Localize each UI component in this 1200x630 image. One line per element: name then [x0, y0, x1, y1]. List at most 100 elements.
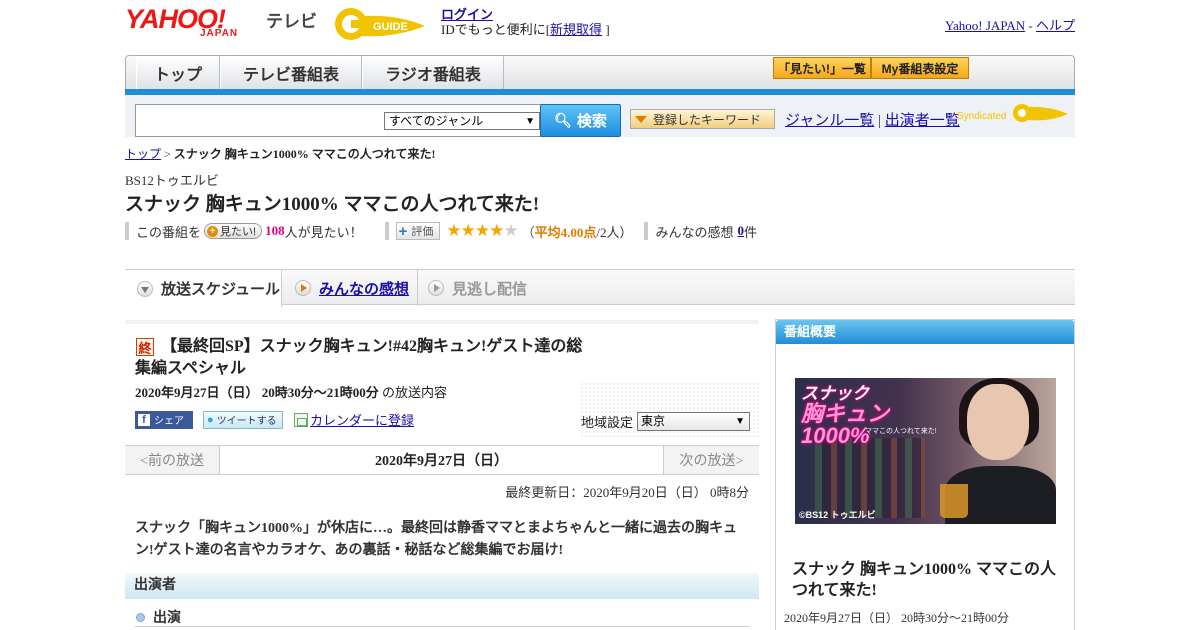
- dropdown-triangle-icon: [635, 115, 647, 123]
- cast-item: 出演: [136, 607, 181, 627]
- prev-broadcast-button[interactable]: <前の放送: [125, 446, 220, 474]
- nav-tab-top[interactable]: トップ: [136, 56, 220, 90]
- program-tabs: 放送スケジュール みんなの感想 見逃し配信: [125, 269, 1075, 307]
- genre-select[interactable]: すべてのジャンル ▼: [384, 112, 540, 130]
- cast-list-link[interactable]: 出演者一覧: [885, 113, 960, 129]
- region-select[interactable]: 東京 ▼: [637, 412, 751, 431]
- tweet-button[interactable]: ● ツイートする: [203, 410, 283, 429]
- search-icon: 🔍︎: [554, 112, 572, 128]
- my-schedule-button[interactable]: My番組表設定: [871, 57, 969, 79]
- registered-keyword-button[interactable]: 登録したキーワード: [630, 109, 775, 129]
- signup-prefix: IDでもっと便利に[: [441, 22, 551, 37]
- episode-datetime: 2020年9月27日（日） 20時30分～21時00分: [135, 385, 379, 400]
- search-button[interactable]: 🔍︎ 検索: [540, 104, 621, 137]
- tab-impressions[interactable]: みんなの感想: [295, 270, 409, 306]
- thumb-background-bottles: [815, 438, 925, 518]
- program-stats: この番組を + 見たい! 108 人が見たい！ + 評価 ★★★★★ （ 平均4…: [125, 221, 757, 241]
- facebook-share-button[interactable]: f シェア: [135, 410, 193, 429]
- mitai-suffix: 人が見たい！: [284, 224, 363, 240]
- broadcast-pager: <前の放送 2020年9月27日（日） 次の放送>: [125, 445, 759, 475]
- mitai-prefix: この番組を: [136, 224, 202, 240]
- region-setting: 地域設定 東京 ▼: [581, 412, 751, 431]
- play-arrow-icon: [428, 280, 444, 296]
- gguide-logo[interactable]: GUIDE: [333, 6, 433, 42]
- channel-name: BS12トゥエルビ: [125, 173, 219, 188]
- overview-title: スナック 胸キュン1000% ママこの人つれて来た!: [792, 561, 1057, 599]
- tweet-label: ツイートする: [216, 416, 277, 427]
- episode-date: 2020年9月27日（日） 20時30分～21時00分 の放送内容: [135, 382, 447, 401]
- next-broadcast-button[interactable]: 次の放送>: [663, 446, 759, 474]
- thumb-host-face: [967, 384, 1029, 460]
- link-separator: -: [1028, 18, 1033, 33]
- stat-divider: [384, 222, 389, 240]
- thumb-copyright: ©BS12 トゥエルビ: [799, 510, 876, 520]
- nav-tab-radio-schedule[interactable]: ラジオ番組表: [362, 56, 504, 90]
- breadcrumb-top-link[interactable]: トップ: [125, 147, 161, 161]
- impressions-suffix: 件: [744, 224, 758, 240]
- yahoo-japan-logo-sub: JAPAN: [200, 28, 239, 39]
- tab-missed[interactable]: 見逃し配信: [417, 270, 527, 306]
- mitai-list-button[interactable]: 「見たい!」一覧: [773, 57, 871, 79]
- tv-logo-label: テレビ: [266, 12, 317, 31]
- top-right-links: Yahoo! JAPAN - ヘルプ: [945, 15, 1075, 34]
- nav-tab-tv-schedule[interactable]: テレビ番組表: [220, 56, 362, 90]
- calendar-register-link[interactable]: カレンダーに登録: [294, 410, 414, 429]
- program-thumbnail: スナック 胸キュン1000% ママこの人つれて来た! ©BS12 トゥエルビ: [795, 378, 1056, 524]
- breadcrumb: トップ > スナック 胸キュン1000% ママこの人つれて来た!: [125, 145, 435, 162]
- last-updated: 最終更新日：2020年9月20日（日） 0時8分: [505, 485, 749, 500]
- mitai-button[interactable]: + 見たい!: [204, 223, 263, 239]
- mitai-button-label: 見たい!: [220, 226, 257, 238]
- episode-date-suffix: の放送内容: [378, 385, 448, 400]
- plus-icon: +: [398, 222, 408, 240]
- breadcrumb-current: スナック 胸キュン1000% ママこの人つれて来た!: [173, 147, 436, 161]
- thumb-title-b: 胸キュン1000%: [801, 401, 890, 448]
- calendar-register-label: カレンダーに登録: [310, 413, 415, 428]
- stat-divider: [125, 222, 129, 240]
- genre-list-link[interactable]: ジャンル一覧: [785, 113, 874, 129]
- mitai-count: 108: [265, 223, 285, 238]
- search-bar: すべてのジャンル ▼ 🔍︎ 検索 登録したキーワード ジャンル一覧 | 出演者一…: [125, 95, 1075, 137]
- final-episode-badge: 終: [136, 338, 154, 356]
- chevron-down-icon: [137, 280, 153, 297]
- region-select-value: 東京: [641, 414, 666, 428]
- region-label: 地域設定: [581, 415, 634, 430]
- svg-text:GUIDE: GUIDE: [373, 21, 408, 33]
- help-link[interactable]: ヘルプ: [1036, 18, 1075, 33]
- tab-schedule-label: 放送スケジュール: [161, 282, 280, 298]
- plus-icon: +: [207, 225, 219, 237]
- page-title: スナック 胸キュン1000% ママこの人つれて来た!: [125, 194, 540, 215]
- rate-button-label: 評価: [411, 226, 434, 238]
- thumb-beer-glass: [940, 484, 968, 518]
- yahoo-japan-link[interactable]: Yahoo! JAPAN: [945, 18, 1025, 33]
- rating-average: 平均4.00点: [534, 224, 597, 240]
- episode-box: 【最終回SP】スナック胸キュン!#42胸キュン!ゲスト達の総集編スペシャル 終 …: [125, 320, 760, 445]
- cast-item-label: 出演: [153, 611, 181, 626]
- tab-schedule[interactable]: 放送スケジュール: [125, 270, 282, 307]
- rating-stars-empty: ★: [503, 221, 518, 240]
- genre-select-value: すべてのジャンル: [389, 114, 484, 128]
- rate-button[interactable]: + 評価: [395, 222, 441, 240]
- thumb-subtitle: ママこの人つれて来た!: [865, 428, 937, 435]
- signup-link[interactable]: 新規取得: [550, 22, 602, 37]
- stat-divider: [644, 222, 649, 240]
- signup-prompt: IDでもっと便利に[新規取得 ]: [441, 19, 610, 38]
- link-divider: |: [878, 113, 882, 129]
- calendar-icon: [294, 412, 308, 427]
- signup-suffix: ]: [605, 22, 610, 37]
- pager-current-date: 2020年9月27日（日）: [220, 446, 663, 474]
- tab-impressions-label[interactable]: みんなの感想: [319, 278, 409, 299]
- overview-header: 番組概要: [776, 320, 1074, 344]
- registered-keyword-label: 登録したキーワード: [653, 112, 762, 127]
- impressions-label: みんなの感想: [655, 224, 734, 240]
- program-overview-panel: 番組概要 スナック 胸キュン1000% ママこの人つれて来た! ©BS12 トゥ…: [775, 319, 1075, 630]
- tab-missed-label: 見逃し配信: [452, 281, 528, 298]
- twitter-icon: ●: [207, 413, 214, 426]
- facebook-share-label: シェア: [154, 416, 184, 427]
- rating-open: （: [521, 224, 535, 240]
- bullet-icon: [136, 612, 145, 622]
- episode-description: スナック「胸キュン1000%」が休店に…。最終回は静香ママとまよちゃんと一緒に過…: [135, 521, 737, 558]
- divider: [135, 626, 749, 627]
- chevron-down-icon: ▼: [525, 116, 535, 127]
- play-arrow-icon: [295, 280, 311, 296]
- rating-stars: ★★★★★: [446, 221, 518, 241]
